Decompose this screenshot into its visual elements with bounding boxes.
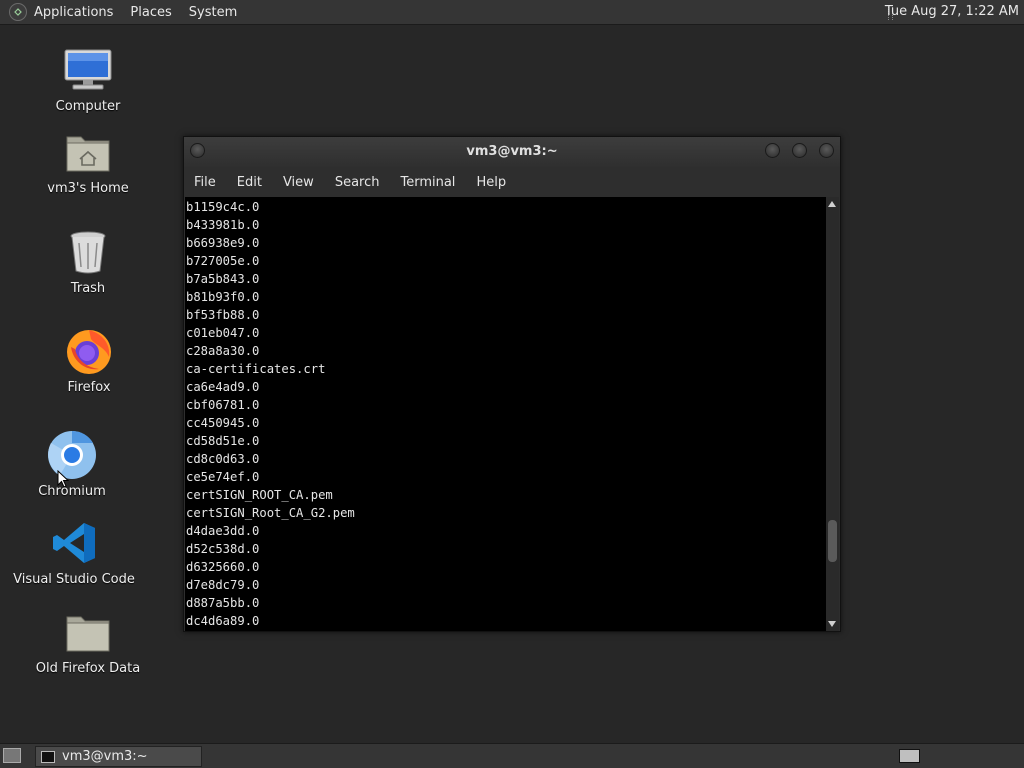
top-panel: Applications Places System Tue Aug 27, 1… (0, 0, 1024, 25)
terminal-line: b727005e.0 (186, 254, 260, 268)
window-title: vm3@vm3:~ (466, 144, 558, 159)
terminal-line: certSIGN_ROOT_CA.pem (186, 488, 333, 502)
terminal-line: b81b93f0.0 (186, 290, 260, 304)
terminal-line: b433981b.0 (186, 218, 260, 232)
terminal-line: bf53fb88.0 (186, 308, 260, 322)
desktop-icon-label: Firefox (67, 380, 111, 395)
desktop-icon-label: vm3's Home (47, 181, 129, 196)
menu-edit[interactable]: Edit (227, 175, 273, 190)
folder-icon (63, 607, 113, 657)
terminal-line: c01eb047.0 (186, 326, 260, 340)
computer-icon (63, 45, 113, 95)
menu-search[interactable]: Search (325, 175, 391, 190)
desktop-icon-label: Old Firefox Data (35, 661, 141, 676)
terminal-line: d6325660.0 (186, 560, 260, 574)
terminal-output[interactable]: b1159c4c.0 b433981b.0 b66938e9.0 b727005e.0… (185, 197, 827, 631)
desktop-icon-old-firefox-data[interactable]: Old Firefox Data (13, 607, 163, 676)
bottom-panel: vm3@vm3:~ (0, 743, 1024, 768)
close-button[interactable] (819, 143, 834, 158)
mouse-pointer-icon (57, 470, 69, 488)
terminal-line: certSIGN_Root_CA_G2.pem (186, 506, 355, 520)
terminal-line: ca6e4ad9.0 (186, 380, 260, 394)
desktop-icon-label: Visual Studio Code (13, 572, 135, 587)
mate-logo-icon[interactable] (9, 3, 27, 21)
desktop-icon-label: Computer (55, 99, 121, 114)
terminal-line: c28a8a30.0 (186, 344, 260, 358)
scrollbar-thumb[interactable] (828, 520, 837, 563)
terminal-menubar: File Edit View Search Terminal Help (184, 167, 840, 197)
home-folder-icon (63, 127, 113, 177)
terminal-line: ce5e74ef.0 (186, 470, 260, 484)
terminal-line: d52c538d.0 (186, 542, 260, 556)
system-menu[interactable]: System (189, 5, 237, 20)
firefox-icon (64, 326, 114, 376)
terminal-line: ca-certificates.crt (186, 362, 326, 376)
desktop-icon-vscode[interactable]: Visual Studio Code (0, 518, 149, 587)
terminal-line: b1159c4c.0 (186, 200, 260, 214)
window-titlebar[interactable]: vm3@vm3:~ (184, 137, 840, 167)
terminal-scrollbar[interactable] (826, 197, 839, 631)
workspace-switcher[interactable] (899, 749, 920, 763)
menu-help[interactable]: Help (466, 175, 517, 190)
terminal-line: d887a5bb.0 (186, 596, 260, 610)
maximize-button[interactable] (792, 143, 807, 158)
menu-terminal[interactable]: Terminal (390, 175, 466, 190)
desktop-icon-computer[interactable]: Computer (13, 45, 163, 114)
menu-file[interactable]: File (184, 175, 227, 190)
terminal-line: dc4d6a89.0 (186, 614, 260, 628)
desktop-icon-firefox[interactable]: Firefox (14, 326, 164, 395)
terminal-line: b7a5b843.0 (186, 272, 260, 286)
minimize-button[interactable] (765, 143, 780, 158)
scroll-up-arrow-icon[interactable] (828, 201, 836, 207)
chromium-icon (47, 430, 97, 480)
desktop-icon-label: Chromium (38, 484, 106, 499)
desktop-icon-label: Trash (70, 281, 106, 296)
taskbar-button-label: vm3@vm3:~ (62, 749, 148, 764)
terminal-icon (41, 750, 55, 763)
desktop-icon-chromium[interactable]: Chromium (0, 430, 147, 499)
terminal-line: b66938e9.0 (186, 236, 260, 250)
vscode-icon (49, 518, 99, 568)
terminal-line: d4dae3dd.0 (186, 524, 260, 538)
menu-view[interactable]: View (273, 175, 325, 190)
terminal-line: d7e8dc79.0 (186, 578, 260, 592)
applications-menu[interactable]: Applications (34, 5, 113, 20)
terminal-line: cbf06781.0 (186, 398, 260, 412)
desktop-icon-trash[interactable]: Trash (13, 227, 163, 296)
trash-icon (63, 227, 113, 277)
clock[interactable]: Tue Aug 27, 1:22 AM (885, 4, 1019, 19)
scroll-down-arrow-icon[interactable] (828, 621, 836, 627)
taskbar-button-terminal[interactable]: vm3@vm3:~ (35, 746, 202, 767)
places-menu[interactable]: Places (130, 5, 171, 20)
terminal-line: cd58d51e.0 (186, 434, 260, 448)
terminal-lines: b1159c4c.0 b433981b.0 b66938e9.0 b727005e.0… (185, 197, 827, 630)
terminal-window[interactable]: vm3@vm3:~ File Edit View Search Terminal… (183, 136, 841, 632)
terminal-line: cc450945.0 (186, 416, 260, 430)
show-desktop-icon[interactable] (3, 748, 21, 763)
desktop-icon-home[interactable]: vm3's Home (13, 127, 163, 196)
terminal-line: cd8c0d63.0 (186, 452, 260, 466)
